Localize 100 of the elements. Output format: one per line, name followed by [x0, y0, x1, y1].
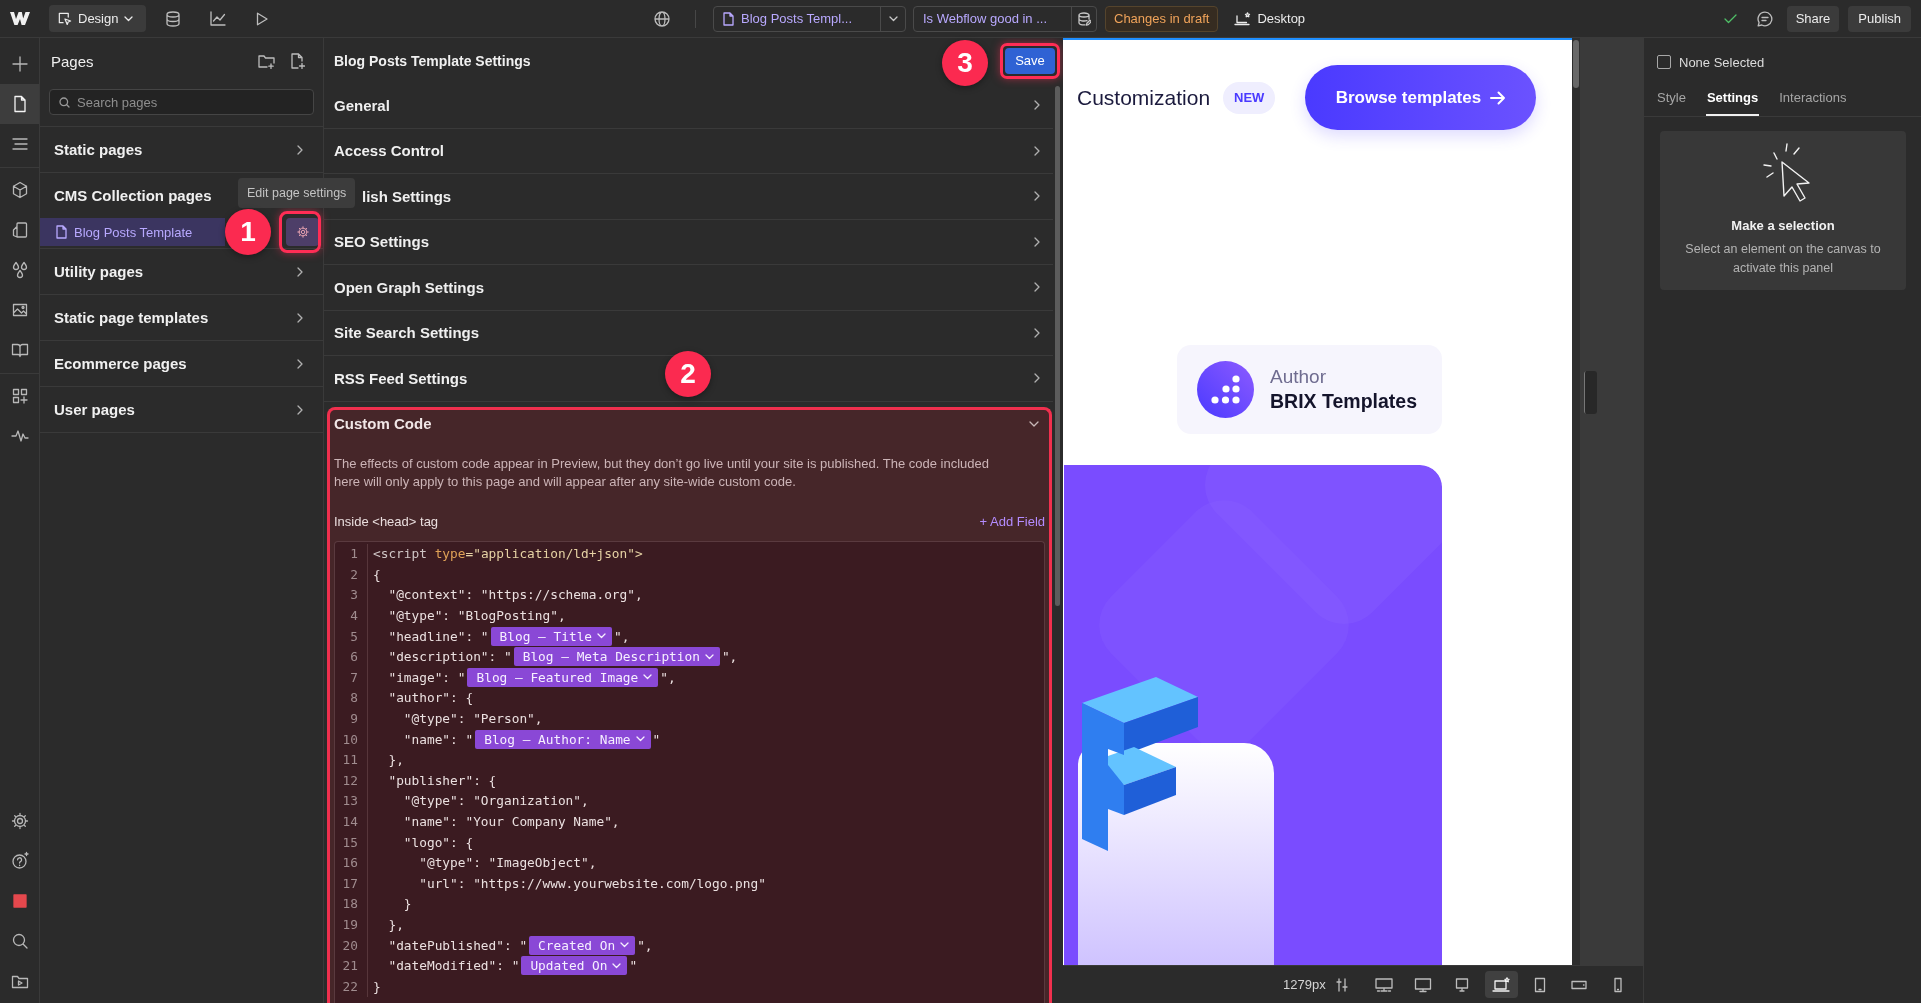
line-number: 8 — [350, 690, 358, 706]
code-text: ", — [721, 649, 738, 665]
field-chip[interactable]: Updated On — [521, 956, 628, 976]
author-label: Author — [1270, 366, 1327, 388]
chevron-right-icon — [1034, 373, 1040, 384]
search-field[interactable]: Search pages — [49, 89, 314, 115]
panel-title: Blog Posts Template Settings — [334, 52, 531, 69]
chevron-right-icon — [297, 358, 303, 369]
draft-status-button[interactable]: Changes in draft — [1105, 5, 1219, 32]
cursor-box-icon — [57, 11, 72, 26]
caret-icon — [612, 962, 622, 969]
settings-section-toggle[interactable]: General — [324, 83, 1053, 129]
sliders-icon[interactable] — [1335, 977, 1348, 992]
panel-tab[interactable]: Settings — [1705, 86, 1760, 116]
caret-icon — [597, 633, 607, 640]
play-icon[interactable] — [256, 11, 268, 26]
page-group-toggle[interactable]: Static page templates — [40, 295, 323, 341]
line-number: 22 — [342, 978, 358, 994]
page-group-toggle[interactable]: Static pages — [40, 127, 323, 173]
save-button[interactable]: Save — [1005, 47, 1055, 74]
page-list-item[interactable]: Blog Posts Template — [40, 218, 225, 246]
breakpoint-tab[interactable] — [1484, 971, 1518, 998]
field-chip[interactable]: Blog – Featured Image — [467, 667, 659, 687]
add-field-link[interactable]: + Add Field — [979, 514, 1045, 529]
code-editor[interactable] — [334, 540, 1045, 1003]
line-number: 13 — [342, 793, 358, 809]
code-text: "author": { — [388, 690, 474, 706]
line-number: 11 — [342, 752, 358, 768]
checkbox-label: None Selected — [1679, 54, 1765, 70]
line-number: 2 — [350, 566, 358, 582]
new-badge: NEW — [1223, 81, 1276, 114]
page-group-toggle[interactable]: User pages — [40, 387, 323, 433]
arrow-right-icon — [1490, 90, 1507, 105]
line-number: 16 — [342, 855, 358, 871]
line-number: 19 — [342, 917, 358, 932]
code-text: } — [373, 978, 381, 994]
field-chip[interactable]: Blog – Author: Name — [475, 729, 651, 749]
page-group-toggle[interactable]: Ecommerce pages — [40, 341, 323, 387]
settings-icon — [295, 225, 310, 239]
code-text: { — [373, 566, 381, 582]
monitor-icon — [1374, 976, 1395, 993]
code-text: " — [629, 958, 638, 974]
globe-icon[interactable] — [654, 10, 670, 27]
step-badge: 2 — [665, 351, 711, 397]
logo-icon[interactable] — [10, 12, 30, 25]
line-number: 9 — [350, 711, 358, 727]
laptop-icon — [1234, 11, 1252, 26]
line-number: 15 — [342, 834, 358, 850]
settings-section-toggle[interactable]: Open Graph Settings — [324, 265, 1053, 311]
panel-title: Pages — [51, 52, 94, 70]
laptop-icon — [1491, 976, 1512, 993]
panel-tab[interactable]: Interactions — [1778, 86, 1848, 116]
field-chip[interactable]: Blog – Meta Description — [513, 647, 720, 667]
publish-button[interactable]: Publish — [1848, 5, 1911, 32]
line-number: 14 — [342, 814, 358, 829]
code-text: } — [403, 896, 412, 912]
code-text: ", — [637, 937, 653, 953]
settings-section-toggle[interactable]: Access Control — [324, 128, 1053, 174]
page-selector[interactable]: Blog Posts Templ... — [713, 5, 906, 32]
line-number: 17 — [342, 875, 358, 891]
mode-dropdown[interactable]: Design — [49, 5, 146, 32]
checkbox[interactable] — [1657, 55, 1671, 69]
share-button[interactable]: Share — [1786, 5, 1840, 32]
caret-icon — [704, 653, 714, 660]
scrollbar-thumb[interactable] — [1573, 40, 1579, 88]
code-text: "publisher": { — [388, 772, 497, 788]
caret-icon — [620, 942, 630, 949]
field-label: Inside <head> tag — [334, 514, 439, 529]
caret-icon — [643, 674, 653, 681]
code-text: ", — [614, 628, 630, 644]
resize-handle[interactable] — [1584, 371, 1597, 414]
chevron-right-icon — [297, 144, 303, 155]
breakpoint-button[interactable]: Desktop — [1234, 11, 1306, 26]
chart-icon[interactable] — [210, 11, 226, 26]
check-icon — [1723, 13, 1737, 24]
file-plus-icon[interactable] — [291, 53, 305, 69]
panel-tab[interactable]: Style — [1656, 86, 1687, 116]
line-number: 6 — [350, 649, 358, 665]
code-text: }, — [388, 752, 404, 768]
chevron-right-icon — [1034, 145, 1040, 156]
database-icon[interactable] — [166, 10, 180, 27]
collection-item-selector[interactable]: Is Webflow good in ... — [913, 5, 1097, 32]
page-settings-button[interactable] — [286, 218, 319, 246]
browse-templates-button[interactable]: Browse templates — [1305, 65, 1537, 130]
field-chip[interactable]: Created On — [529, 935, 636, 955]
chevron-right-icon — [1034, 100, 1040, 111]
help-icon — [9, 851, 30, 871]
scrollbar-thumb[interactable] — [1055, 86, 1060, 606]
caret-icon — [888, 15, 898, 22]
tooltip: Edit page settings — [238, 178, 356, 208]
comment-icon[interactable] — [1756, 10, 1773, 27]
chevron-right-icon — [1034, 327, 1040, 338]
settings-section-toggle[interactable]: SEO Settings — [324, 219, 1053, 265]
folder-plus-icon[interactable] — [258, 53, 275, 69]
settings-section-toggle[interactable]: Custom Code — [334, 409, 1045, 438]
preview-heading: Customization — [1077, 85, 1211, 110]
search-icon — [59, 97, 70, 108]
sidebar-tab[interactable] — [0, 84, 39, 124]
code-text: "image": " — [388, 669, 466, 685]
field-chip[interactable]: Blog – Title — [490, 626, 613, 646]
